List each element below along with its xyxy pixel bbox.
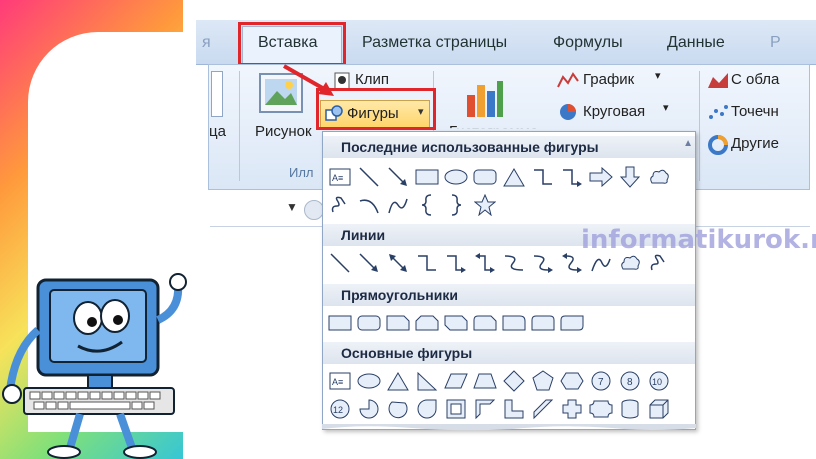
- round-diagonal-rectangle-icon[interactable]: [559, 310, 585, 336]
- arc-shape-icon[interactable]: [356, 192, 382, 218]
- svg-text:10: 10: [652, 377, 662, 387]
- textbox-shape-icon[interactable]: A≡: [327, 164, 353, 190]
- rectangle-shape-icon[interactable]: [414, 164, 440, 190]
- teardrop-shape-icon[interactable]: [414, 396, 440, 422]
- snip-single-corner-rectangle-icon[interactable]: [385, 310, 411, 336]
- curve-shape-icon[interactable]: [385, 192, 411, 218]
- line-shape-icon[interactable]: [356, 164, 382, 190]
- svg-text:7: 7: [598, 377, 604, 388]
- can-shape-icon[interactable]: [617, 396, 643, 422]
- arrow-icon[interactable]: [356, 250, 382, 276]
- isosceles-triangle-icon[interactable]: [385, 368, 411, 394]
- section-basic-shapes: Основные фигуры: [323, 342, 695, 364]
- recent-shapes-row-1: A≡: [327, 164, 672, 190]
- svg-text:A≡: A≡: [332, 377, 343, 387]
- star-shape-icon[interactable]: [472, 192, 498, 218]
- rounded-rectangle-shape-icon[interactable]: [472, 164, 498, 190]
- freeform-scribble-icon[interactable]: [327, 192, 353, 218]
- elbow-connector-icon[interactable]: [530, 164, 556, 190]
- rectangle-icon[interactable]: [327, 310, 353, 336]
- decagon-icon[interactable]: 10: [646, 368, 672, 394]
- right-brace-icon[interactable]: [443, 192, 469, 218]
- formula-circle-button[interactable]: [304, 200, 324, 220]
- chord-shape-icon[interactable]: [385, 396, 411, 422]
- shapes-gallery-dropdown: Последние использованные фигуры ▲ A≡ Лин…: [322, 131, 696, 430]
- curved-connector-icon[interactable]: [501, 250, 527, 276]
- watermark-text: informatikurok.ru: [581, 225, 816, 255]
- basic-shapes-row-2: 12: [327, 396, 672, 422]
- svg-text:A≡: A≡: [332, 173, 343, 183]
- oval-icon[interactable]: [356, 368, 382, 394]
- svg-text:8: 8: [627, 377, 633, 388]
- snip-round-rectangle-icon[interactable]: [472, 310, 498, 336]
- elbow-arrow-connector-icon[interactable]: [443, 250, 469, 276]
- illustrations-group-label: Илл: [289, 165, 314, 180]
- arrow-line-shape-icon[interactable]: [385, 164, 411, 190]
- down-arrow-shape-icon[interactable]: [617, 164, 643, 190]
- round-same-side-rectangle-icon[interactable]: [530, 310, 556, 336]
- round-single-corner-rectangle-icon[interactable]: [501, 310, 527, 336]
- dodecagon-icon[interactable]: 12: [327, 396, 353, 422]
- plaque-shape-icon[interactable]: [588, 396, 614, 422]
- gallery-scroll-up-icon[interactable]: ▲: [683, 138, 693, 149]
- diamond-icon[interactable]: [501, 368, 527, 394]
- section-rectangles: Прямоугольники: [323, 284, 695, 306]
- octagon-icon[interactable]: 8: [617, 368, 643, 394]
- snip-same-side-rectangle-icon[interactable]: [414, 310, 440, 336]
- diagonal-stripe-icon[interactable]: [530, 396, 556, 422]
- namebox-dropdown-icon[interactable]: ▼: [286, 200, 298, 214]
- svg-text:12: 12: [333, 405, 343, 415]
- torn-paper-edge: [322, 424, 696, 431]
- half-frame-shape-icon[interactable]: [472, 396, 498, 422]
- line-icon[interactable]: [327, 250, 353, 276]
- oval-shape-icon[interactable]: [443, 164, 469, 190]
- rectangles-row: [327, 310, 585, 336]
- frame-shape-icon[interactable]: [443, 396, 469, 422]
- basic-shapes-row-1: A≡ 7 8 10: [327, 368, 672, 394]
- l-shape-icon[interactable]: [501, 396, 527, 422]
- trapezoid-icon[interactable]: [472, 368, 498, 394]
- elbow-double-arrow-icon[interactable]: [472, 250, 498, 276]
- textbox-icon[interactable]: A≡: [327, 368, 353, 394]
- snip-diagonal-rectangle-icon[interactable]: [443, 310, 469, 336]
- double-arrow-icon[interactable]: [385, 250, 411, 276]
- heptagon-icon[interactable]: 7: [588, 368, 614, 394]
- pentagon-icon[interactable]: [530, 368, 556, 394]
- cross-shape-icon[interactable]: [559, 396, 585, 422]
- excel-ribbon-screenshot: я Вставка Разметка страницы Формулы Данн…: [196, 0, 816, 459]
- right-arrow-shape-icon[interactable]: [588, 164, 614, 190]
- parallelogram-icon[interactable]: [443, 368, 469, 394]
- computer-mascot-illustration: [2, 273, 187, 459]
- pie-shape-icon[interactable]: [356, 396, 382, 422]
- recent-shapes-row-2: [327, 192, 498, 218]
- cube-shape-icon[interactable]: [646, 396, 672, 422]
- triangle-shape-icon[interactable]: [501, 164, 527, 190]
- hexagon-icon[interactable]: [559, 368, 585, 394]
- cloud-shape-icon[interactable]: [646, 164, 672, 190]
- rounded-rectangle-icon[interactable]: [356, 310, 382, 336]
- right-triangle-icon[interactable]: [414, 368, 440, 394]
- section-recent-shapes: Последние использованные фигуры: [323, 136, 695, 158]
- elbow-connector-icon[interactable]: [414, 250, 440, 276]
- elbow-arrow-connector-icon[interactable]: [559, 164, 585, 190]
- curved-arrow-connector-icon[interactable]: [530, 250, 556, 276]
- left-brace-icon[interactable]: [414, 192, 440, 218]
